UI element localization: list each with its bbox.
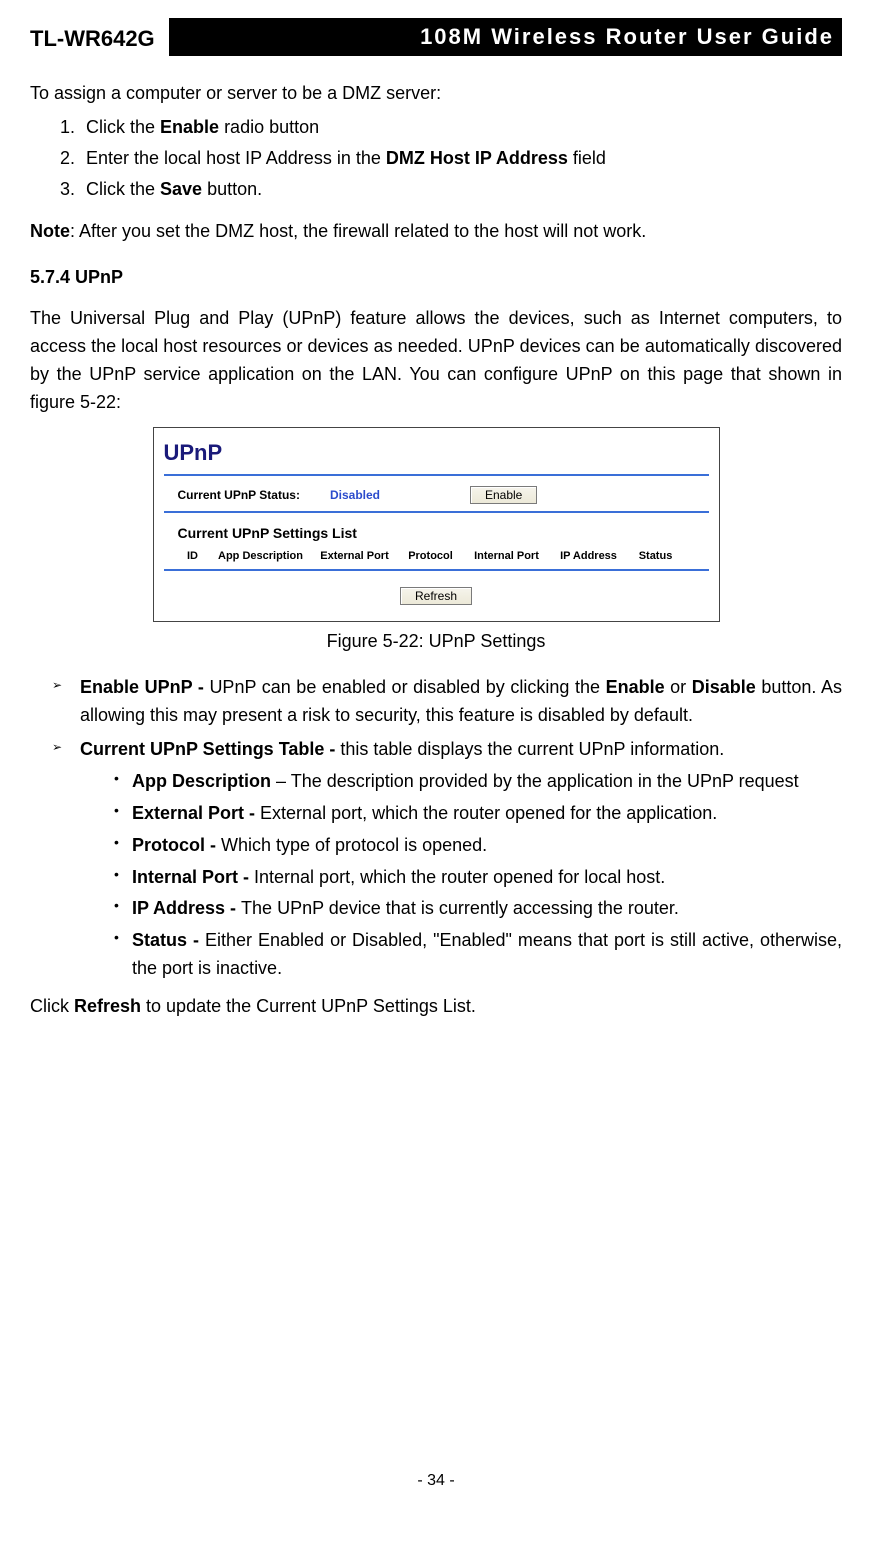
sub-app-description: App Description – The description provid… [114, 768, 842, 796]
guide-title: 108M Wireless Router User Guide [169, 18, 842, 56]
step-2: Enter the local host IP Address in the D… [80, 145, 842, 173]
bullet-settings-table: Current UPnP Settings Table - this table… [58, 736, 842, 983]
figure-container: UPnP Current UPnP Status: Disabled Enabl… [30, 427, 842, 656]
dmz-note: Note: After you set the DMZ host, the fi… [30, 218, 842, 246]
sub-status: Status - Either Enabled or Disabled, "En… [114, 927, 842, 983]
col-app: App Description [210, 548, 312, 565]
fig-title: UPnP [164, 436, 709, 470]
fig-divider [164, 474, 709, 476]
col-proto: Protocol [398, 548, 464, 565]
sub-feature-list: App Description – The description provid… [80, 768, 842, 983]
fig-status-label: Current UPnP Status: [178, 486, 300, 505]
sub-ip-address: IP Address - The UPnP device that is cur… [114, 895, 842, 923]
col-ext: External Port [312, 548, 398, 565]
fig-status-value: Disabled [330, 486, 380, 505]
upnp-screenshot: UPnP Current UPnP Status: Disabled Enabl… [153, 427, 720, 622]
refresh-button[interactable]: Refresh [400, 587, 472, 605]
col-int: Internal Port [464, 548, 550, 565]
dmz-steps: Click the Enable radio button Enter the … [30, 114, 842, 204]
fig-status-row: Current UPnP Status: Disabled Enable [164, 486, 709, 505]
page-number: - 34 - [0, 1469, 872, 1494]
col-id: ID [170, 548, 210, 565]
step-3: Click the Save button. [80, 176, 842, 204]
fig-divider [164, 569, 709, 571]
sub-internal-port: Internal Port - Internal port, which the… [114, 864, 842, 892]
col-ip: IP Address [550, 548, 628, 565]
closing-line: Click Refresh to update the Current UPnP… [30, 993, 842, 1021]
page-header: TL-WR642G 108M Wireless Router User Guid… [30, 18, 842, 56]
figure-caption: Figure 5-22: UPnP Settings [30, 628, 842, 656]
bullet-enable-upnp: Enable UPnP - UPnP can be enabled or dis… [58, 674, 842, 730]
step-1: Click the Enable radio button [80, 114, 842, 142]
upnp-paragraph: The Universal Plug and Play (UPnP) featu… [30, 305, 842, 417]
fig-table-header: ID App Description External Port Protoco… [164, 548, 709, 565]
col-status: Status [628, 548, 684, 565]
sub-external-port: External Port - External port, which the… [114, 800, 842, 828]
fig-divider [164, 511, 709, 513]
model-code: TL-WR642G [30, 22, 155, 56]
enable-button[interactable]: Enable [470, 486, 537, 504]
dmz-intro: To assign a computer or server to be a D… [30, 80, 842, 108]
fig-list-heading: Current UPnP Settings List [164, 523, 709, 545]
sub-protocol: Protocol - Which type of protocol is ope… [114, 832, 842, 860]
section-heading: 5.7.4 UPnP [30, 264, 842, 292]
feature-list: Enable UPnP - UPnP can be enabled or dis… [30, 674, 842, 983]
